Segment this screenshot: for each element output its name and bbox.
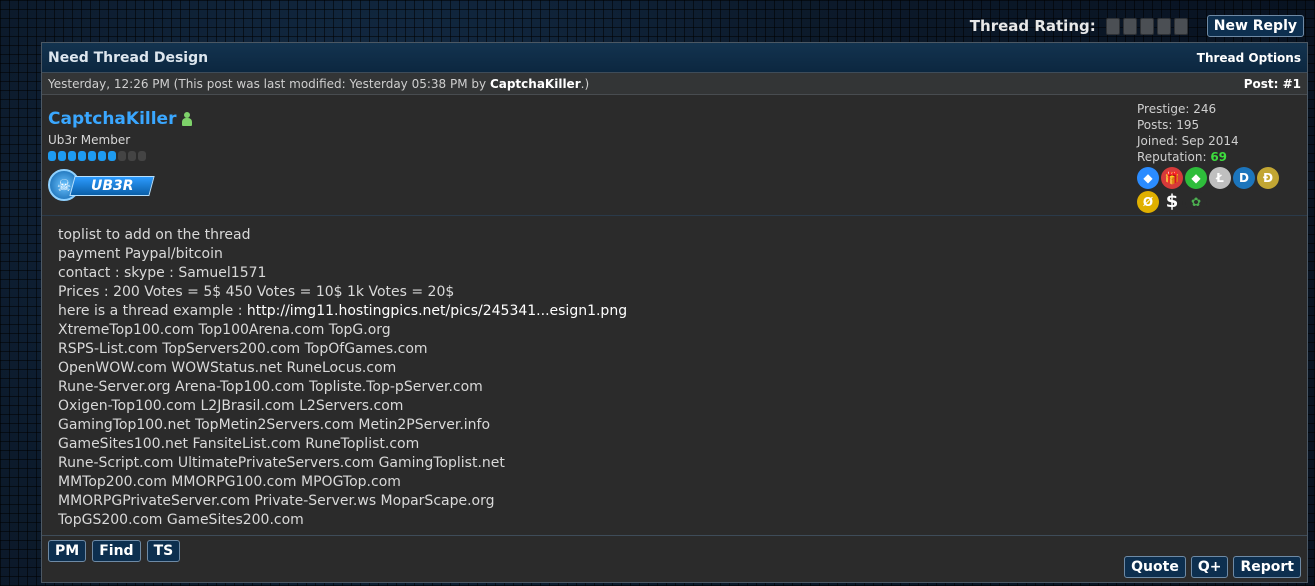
rating-star-3[interactable] [1139,17,1154,35]
rating-star-5[interactable] [1173,17,1188,35]
quick-quote-button[interactable]: Q+ [1190,556,1229,578]
post-number-link[interactable]: Post: #1 [1244,77,1301,91]
find-button[interactable]: Find [92,540,141,562]
rank-pip [118,151,126,161]
username-link[interactable]: CaptchaKiller [48,109,176,129]
litecoin-icon[interactable]: Ł [1209,167,1231,189]
post-date: Yesterday, 12:26 PM (This post was last … [48,77,589,91]
site-line: GamingTop100.net TopMetin2Servers.com Me… [58,417,491,433]
dash-icon[interactable]: D [1233,167,1255,189]
gift-icon[interactable]: 🎁 [1161,167,1183,189]
rank-pip [68,151,76,161]
site-line: TopGS200.com GameSites200.com [58,512,304,528]
post-footer: PM Find TS Quote Q+ Report [42,535,1307,582]
dollar-icon[interactable]: $ [1161,191,1183,213]
author-info: CaptchaKiller Ub3r Member ☠ UB3R [48,109,193,201]
rank-pip [48,151,56,161]
emerald-icon[interactable]: ◆ [1185,167,1207,189]
user-title: Ub3r Member [48,133,131,147]
joined-stat: Joined: Sep 2014 [1137,134,1239,148]
new-reply-button[interactable]: New Reply [1206,15,1304,37]
post-meta-bar: Yesterday, 12:26 PM (This post was last … [42,73,1307,95]
site-line: XtremeTop100.com Top100Arena.com TopG.or… [58,322,391,338]
post-container: Need Thread Design Thread Options Yester… [41,42,1308,583]
reputation-value[interactable]: 69 [1210,150,1227,164]
thread-header: Need Thread Design Thread Options [42,43,1307,73]
site-line: Rune-Server.org Arena-Top100.com Toplist… [58,379,483,395]
rank-pip [138,151,146,161]
ts-button[interactable]: TS [146,540,181,562]
thread-title: Need Thread Design [48,49,209,66]
group-badge-text: UB3R [90,178,134,194]
post-line: Prices : 200 Votes = 5$ 450 Votes = 10$ … [58,284,455,300]
example-link[interactable]: http://img11.hostingpics.net/pics/245341… [247,303,627,319]
username-row: CaptchaKiller [48,109,193,129]
reputation-label: Reputation: [1137,150,1207,164]
rank-pip [78,151,86,161]
site-line: GameSites100.net FansiteList.com RuneTop… [58,436,420,452]
post-line: contact : skype : Samuel1571 [58,265,267,281]
quote-button[interactable]: Quote [1124,556,1186,578]
site-line: MMTop200.com MMORPG100.com MPOGTop.com [58,474,401,490]
post-body: toplist to add on the thread payment Pay… [42,216,1307,540]
rank-pips [48,151,192,161]
site-line: Oxigen-Top100.com L2JBrasil.com L2Server… [58,398,404,414]
thread-rating-label: Thread Rating: [969,17,1096,35]
award-icons: ◆ 🎁 ◆ Ł D Ð Ø $ ✿ [1137,167,1287,213]
footer-right-buttons: Quote Q+ Report [1124,556,1301,578]
site-line: RSPS-List.com TopServers200.com TopOfGam… [58,341,428,357]
rating-star-2[interactable] [1122,17,1137,35]
site-line: Rune-Script.com UltimatePrivateServers.c… [58,455,505,471]
post-line: payment Paypal/bitcoin [58,246,223,262]
author-panel: CaptchaKiller Ub3r Member ☠ UB3R Prestig… [42,95,1307,216]
author-stats: Prestige: 246 Posts: 195 Joined: Sep 201… [1137,101,1287,213]
online-status-icon [182,112,193,126]
modified-by-link[interactable]: CaptchaKiller [490,77,581,91]
diamond-icon[interactable]: ◆ [1137,167,1159,189]
footer-left-buttons: PM Find TS [48,540,181,562]
site-line: OpenWOW.com WOWStatus.net RuneLocus.com [58,360,397,376]
prestige-stat: Prestige: 246 [1137,102,1217,116]
post-line: toplist to add on the thread [58,227,251,243]
group-banner: UB3R [69,176,155,196]
report-button[interactable]: Report [1233,556,1301,578]
thread-toolbar: Thread Rating: New Reply [970,15,1304,37]
reputation-stat: Reputation: 69 [1137,149,1287,165]
rank-pip [108,151,116,161]
site-line: MMORPGPrivateServer.com Private-Server.w… [58,493,495,509]
post-date-text: Yesterday, 12:26 PM (This post was last … [48,76,490,91]
pm-button[interactable]: PM [48,540,87,562]
rank-pip [98,151,106,161]
rank-pip [128,151,136,161]
leaf-icon[interactable]: ✿ [1185,191,1207,213]
example-prefix: here is a thread example : [58,303,247,319]
dogecoin-icon[interactable]: Ð [1257,167,1279,189]
rating-star-4[interactable] [1156,17,1171,35]
rating-star-1[interactable] [1105,17,1120,35]
post-date-suffix: .) [580,76,590,91]
zcash-icon[interactable]: Ø [1137,191,1159,213]
thread-options-link[interactable]: Thread Options [1197,51,1301,65]
example-line: here is a thread example : http://img11.… [58,302,1291,321]
rank-pip [58,151,66,161]
group-badge: ☠ UB3R [48,169,155,201]
thread-rating-stars[interactable] [1105,17,1188,35]
rank-pip [88,151,96,161]
posts-stat: Posts: 195 [1137,118,1200,132]
